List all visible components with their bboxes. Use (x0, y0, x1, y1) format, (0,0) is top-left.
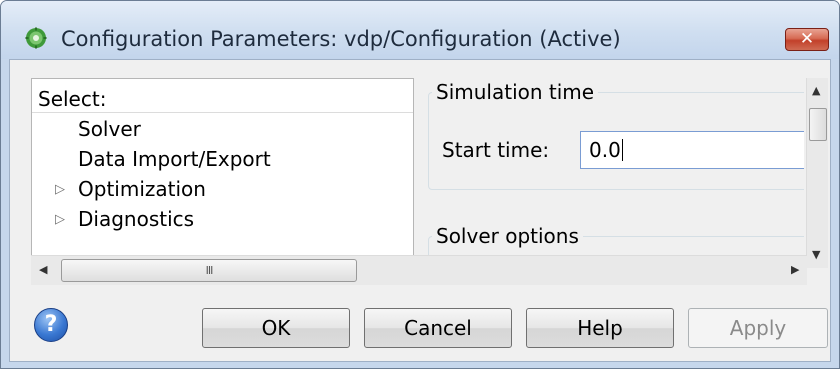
settings-pane: Simulation time Start time: 0.0 Solver o… (422, 78, 804, 268)
tree-item-label: Optimization (78, 177, 206, 201)
horizontal-scrollbar[interactable]: ◀ III ▶ (31, 255, 807, 285)
vertical-scrollbar[interactable]: ▲ ▼ (806, 78, 828, 268)
cancel-button[interactable]: Cancel (364, 308, 512, 348)
tree-header: Select: (32, 79, 413, 113)
scroll-up-icon[interactable]: ▲ (812, 84, 820, 97)
tree-header-label: Select: (38, 87, 107, 111)
scroll-grip: III (205, 264, 214, 277)
scroll-left-icon[interactable]: ◀ (39, 263, 47, 276)
window-title: Configuration Parameters: vdp/Configurat… (61, 27, 621, 51)
config-dialog: Configuration Parameters: vdp/Configurat… (0, 0, 840, 369)
close-icon: ✕ (799, 29, 815, 49)
start-time-value: 0.0 (589, 138, 621, 162)
help-button[interactable]: Help (526, 308, 674, 348)
simulation-time-title: Simulation time (432, 80, 599, 104)
ok-button[interactable]: OK (202, 308, 350, 348)
expand-arrow-icon[interactable]: ▷ (55, 212, 65, 227)
expand-arrow-icon[interactable]: ▷ (55, 182, 65, 197)
tree-item-optimization[interactable]: ▷ Optimization (32, 177, 413, 205)
tree-item-solver[interactable]: Solver (32, 117, 413, 145)
category-tree[interactable]: Select: Solver Data Import/Export ▷ Opti… (31, 78, 414, 268)
text-caret (621, 139, 623, 161)
tree-item-diagnostics[interactable]: ▷ Diagnostics (32, 207, 413, 235)
solver-options-title: Solver options (432, 224, 583, 248)
vertical-scroll-thumb[interactable] (809, 108, 827, 141)
dialog-body: Select: Solver Data Import/Export ▷ Opti… (9, 59, 831, 362)
title-bar[interactable]: Configuration Parameters: vdp/Configurat… (1, 1, 839, 59)
apply-button[interactable]: Apply (688, 308, 828, 348)
start-time-input[interactable]: 0.0 (580, 131, 804, 169)
gear-icon (25, 27, 47, 49)
question-mark-icon: ? (44, 312, 58, 337)
start-time-label: Start time: (442, 138, 550, 162)
tree-item-data-import-export[interactable]: Data Import/Export (32, 147, 413, 175)
close-button[interactable]: ✕ (785, 28, 829, 51)
help-icon[interactable]: ? (34, 308, 68, 342)
horizontal-scroll-thumb[interactable]: III (61, 259, 357, 282)
tree-item-label: Data Import/Export (78, 147, 271, 171)
scroll-down-icon[interactable]: ▼ (812, 248, 820, 261)
tree-item-label: Solver (78, 117, 141, 141)
scroll-right-icon[interactable]: ▶ (791, 263, 799, 276)
tree-item-label: Diagnostics (78, 207, 195, 231)
